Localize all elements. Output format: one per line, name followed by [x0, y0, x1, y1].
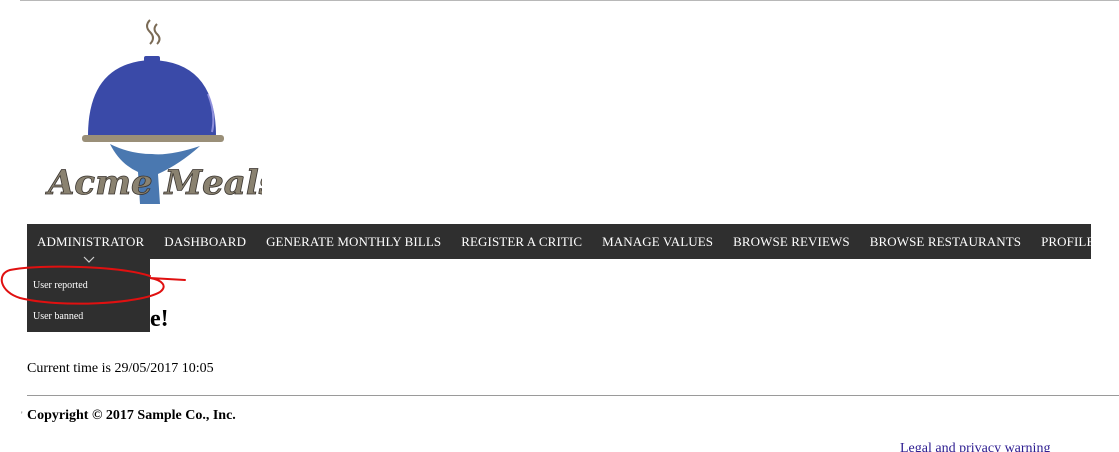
nav-manage-values[interactable]: MANAGE VALUES — [592, 224, 723, 259]
logo-text: Acme Meals — [45, 163, 262, 203]
nav-generate-monthly-bills[interactable]: GENERATE MONTHLY BILLS — [256, 224, 451, 259]
footer-divider — [27, 395, 1119, 396]
annotation-circle — [0, 265, 186, 305]
nav-register-critic[interactable]: REGISTER A CRITIC — [451, 224, 592, 259]
acme-meals-logo[interactable]: Acme Meals — [40, 14, 262, 210]
nav-browse-reviews[interactable]: BROWSE REVIEWS — [723, 224, 860, 259]
legal-link[interactable]: Legal and privacy warning — [900, 441, 1050, 452]
nav-administrator[interactable]: ADMINISTRATOR — [27, 224, 154, 259]
copyright-text: Copyright © 2017 Sample Co., Inc. — [27, 408, 236, 423]
top-divider — [20, 0, 1119, 1]
current-time-text: Current time is 29/05/2017 10:05 — [27, 361, 214, 376]
page: Acme Meals ADMINISTRATOR DASHBOARD GENER… — [0, 0, 1119, 452]
nav-profile-admin[interactable]: PROFILE (ADMIN) — [1031, 224, 1119, 259]
nav-browse-restaurants[interactable]: BROWSE RESTAURANTS — [860, 224, 1031, 259]
main-navbar: ADMINISTRATOR DASHBOARD GENERATE MONTHLY… — [27, 224, 1119, 259]
nav-dashboard[interactable]: DASHBOARD — [154, 224, 256, 259]
footer-tick: ' — [21, 410, 23, 420]
dropdown-item-user-banned[interactable]: User banned — [33, 311, 83, 322]
